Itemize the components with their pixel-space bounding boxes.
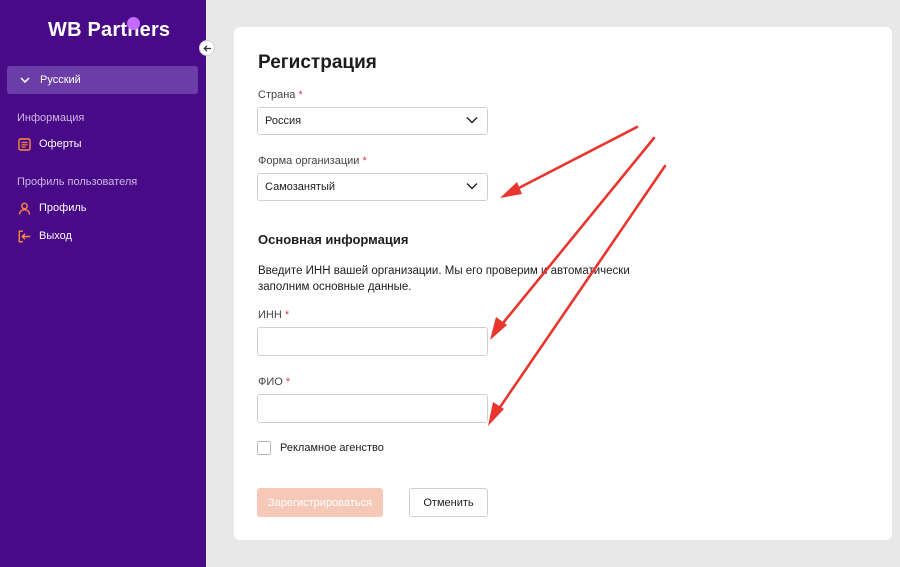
org-form-label-text: Форма организации	[258, 155, 360, 167]
chevron-down-icon	[466, 117, 478, 124]
page-title: Регистрация	[258, 52, 377, 73]
section-description: Введите ИНН вашей организации. Мы его пр…	[258, 265, 630, 293]
sidebar-item-label: Профиль	[39, 202, 87, 214]
collapse-sidebar-button[interactable]	[199, 40, 215, 56]
required-mark: *	[285, 376, 291, 388]
logo-dot	[127, 17, 140, 30]
section-profile-title: Профиль пользователя	[17, 176, 138, 188]
language-label: Русский	[40, 74, 81, 86]
org-form-select[interactable]: Самозанятый	[257, 173, 488, 201]
registration-card: Регистрация Страна * Россия Форма органи…	[234, 27, 892, 540]
sidebar-item-label: Оферты	[39, 138, 82, 150]
agency-checkbox[interactable]	[257, 441, 271, 455]
user-icon	[17, 201, 31, 215]
chevron-down-icon	[466, 183, 478, 190]
language-selector[interactable]: Русский	[7, 66, 198, 94]
logo-wb: WB	[48, 19, 82, 41]
fio-label-text: ФИО	[258, 376, 283, 388]
required-mark: *	[362, 155, 367, 167]
sidebar: WB Partners Русский Информация Оферты Пр…	[0, 0, 206, 567]
country-label: Страна *	[258, 89, 303, 101]
sidebar-item-offers[interactable]: Оферты	[17, 137, 82, 151]
inn-input[interactable]	[257, 327, 488, 356]
sidebar-item-label: Выход	[39, 230, 72, 242]
fio-label: ФИО *	[258, 376, 290, 388]
sidebar-item-logout[interactable]: Выход	[17, 229, 72, 243]
wb-partners-logo[interactable]: WB Partners	[48, 17, 170, 42]
country-value: Россия	[265, 115, 302, 127]
logout-icon	[17, 229, 31, 243]
country-select[interactable]: Россия	[257, 107, 488, 135]
document-icon	[17, 137, 31, 151]
agency-checkbox-label[interactable]: Рекламное агенство	[280, 442, 384, 454]
country-label-text: Страна	[258, 89, 296, 101]
section-info-title: Информация	[17, 112, 85, 124]
required-mark: *	[298, 89, 303, 101]
inn-label: ИНН *	[258, 309, 289, 321]
register-button[interactable]: Зарегистрироваться	[257, 488, 383, 517]
collapse-arrow-icon	[202, 44, 211, 52]
section-title: Основная информация	[258, 232, 409, 247]
chevron-down-icon	[20, 77, 30, 83]
inn-label-text: ИНН	[258, 309, 282, 321]
org-form-label: Форма организации *	[258, 155, 367, 167]
required-mark: *	[284, 309, 290, 321]
fio-input[interactable]	[257, 394, 488, 423]
cancel-button[interactable]: Отменить	[409, 488, 488, 517]
sidebar-item-profile[interactable]: Профиль	[17, 201, 87, 215]
org-form-value: Самозанятый	[265, 181, 336, 193]
